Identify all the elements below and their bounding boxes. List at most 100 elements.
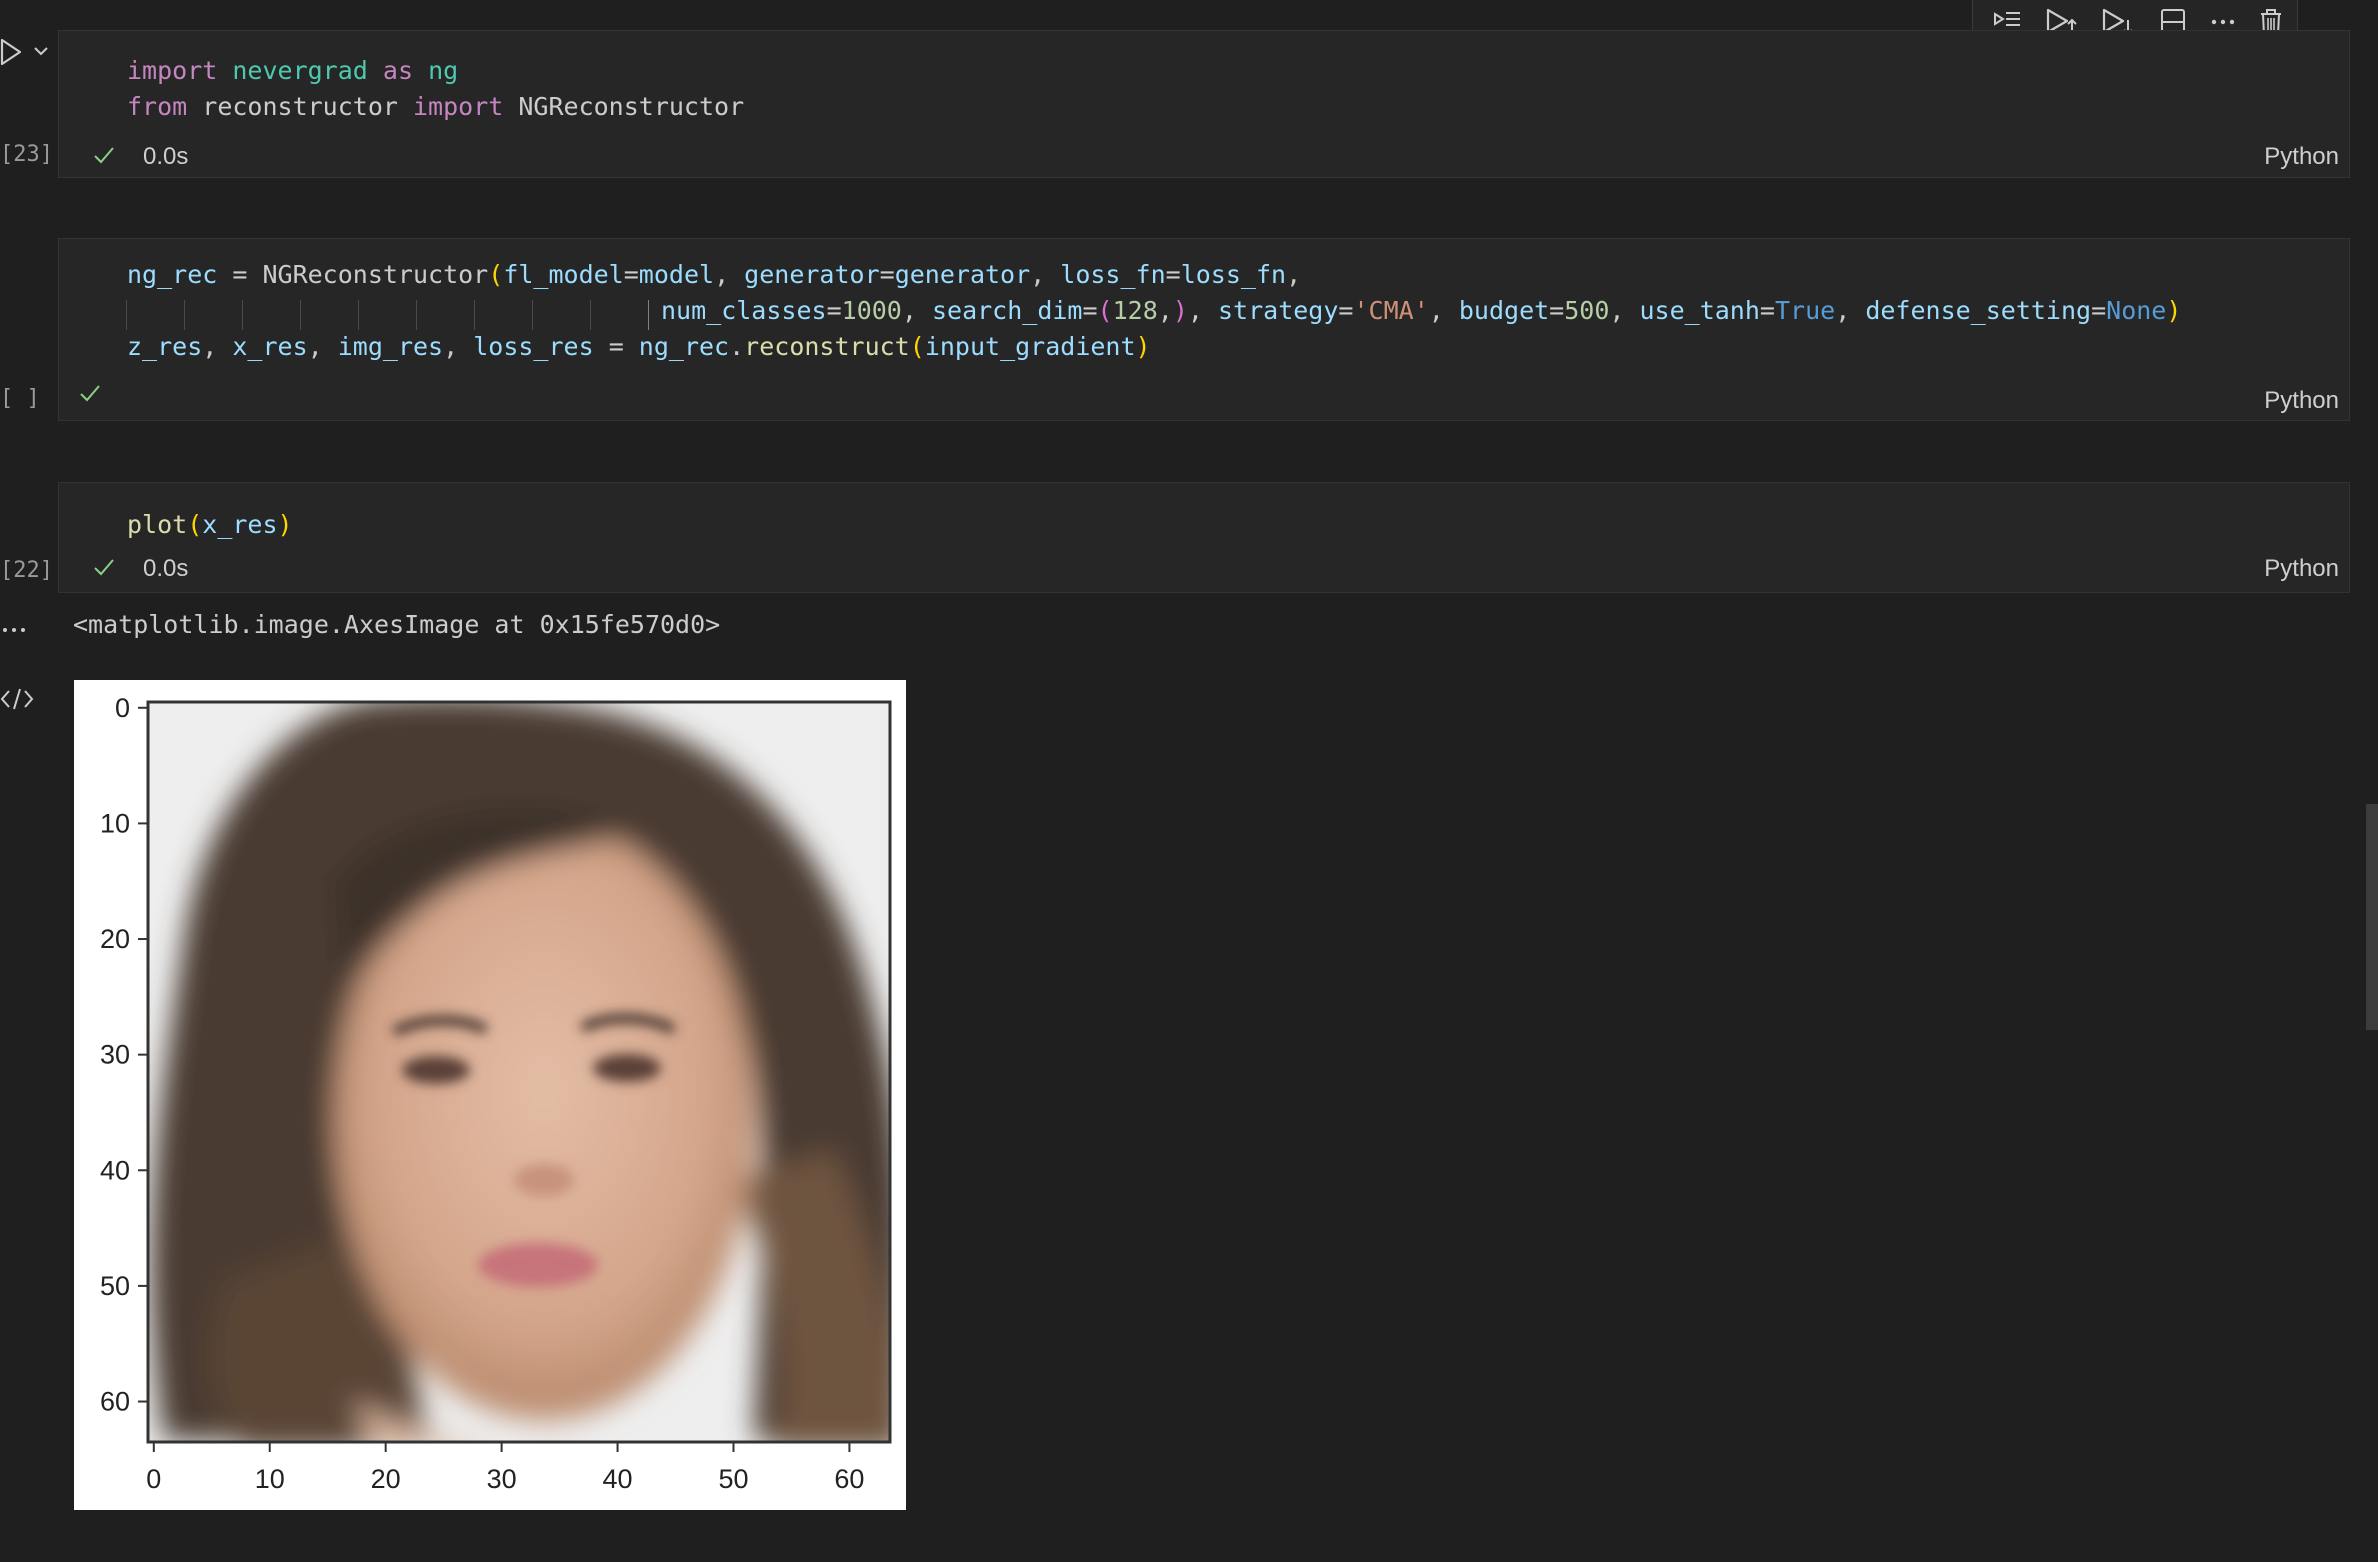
code-token: x_res	[202, 510, 278, 539]
execution-count: [23]	[0, 142, 53, 167]
y-tick-label: 20	[100, 924, 130, 954]
code-token: True	[1774, 296, 1836, 325]
check-icon	[94, 147, 114, 164]
code-line[interactable]: from reconstructor import NGReconstructo…	[127, 89, 744, 125]
x-tick-label: 60	[834, 1464, 864, 1494]
code-icon[interactable]	[0, 686, 34, 712]
code-token: plot	[127, 510, 188, 539]
scrollbar-thumb[interactable]	[2366, 804, 2378, 1030]
code-token: generator	[744, 260, 880, 289]
code-token: None	[2106, 296, 2167, 325]
code-token: =	[1338, 296, 1354, 325]
y-tick-label: 40	[100, 1155, 130, 1185]
code-token: ng	[428, 56, 459, 85]
code-token: =	[879, 260, 895, 289]
code-token: loss_res	[473, 332, 594, 361]
y-axis: 0 10 20 30 40 50 60	[100, 693, 148, 1417]
code-token: ,	[901, 296, 932, 325]
code-cell[interactable]: import nevergrad as ng from reconstructo…	[58, 30, 2350, 178]
code-token: (	[187, 510, 203, 539]
ellipsis-icon[interactable]	[0, 620, 30, 640]
code-token: loss_fn	[1060, 260, 1166, 289]
code-token: import	[127, 56, 218, 85]
code-token: 1000	[841, 296, 902, 325]
indent-guide	[590, 300, 591, 330]
code-token: ,	[1609, 296, 1640, 325]
indent-guide	[532, 300, 533, 330]
code-token: )	[1172, 296, 1188, 325]
indent-guide	[184, 300, 185, 330]
code-token: ,	[1835, 296, 1866, 325]
code-line[interactable]: ng_rec = NGReconstructor(fl_model=model,…	[127, 257, 1301, 293]
x-tick-label: 50	[718, 1464, 748, 1494]
language-label[interactable]: Python	[2264, 143, 2339, 171]
code-token: .	[729, 332, 745, 361]
indent-guide	[358, 300, 359, 330]
code-token: (	[488, 260, 504, 289]
y-tick-label: 30	[100, 1040, 130, 1070]
indent-guide	[242, 300, 243, 330]
code-token: ,	[1157, 296, 1173, 325]
y-tick-label: 50	[100, 1271, 130, 1301]
code-token: =	[826, 296, 842, 325]
code-token: )	[2166, 296, 2182, 325]
check-icon	[80, 385, 100, 402]
run-cell-icon[interactable]	[0, 38, 24, 66]
code-token: )	[277, 510, 293, 539]
indent-guide	[416, 300, 417, 330]
execution-time: 0.0s	[143, 143, 189, 170]
code-cell[interactable]: plot(x_res) 0.0s Python	[58, 482, 2350, 593]
code-token: NGReconstructor	[503, 92, 745, 121]
code-line[interactable]: z_res, x_res, img_res, loss_res = ng_rec…	[127, 329, 1151, 365]
indent-guide	[648, 300, 649, 330]
code-token: ng_rec	[127, 260, 218, 289]
code-token: =	[1549, 296, 1565, 325]
code-token: 500	[1564, 296, 1610, 325]
code-token: ,	[307, 332, 338, 361]
code-token: input_gradient	[924, 332, 1136, 361]
y-tick-label: 60	[100, 1387, 130, 1417]
code-token: (	[1097, 296, 1113, 325]
code-token: import	[413, 92, 504, 121]
execution-count: [ ]	[0, 386, 40, 411]
code-token: =	[593, 332, 639, 361]
code-token: =	[623, 260, 639, 289]
code-token: =	[1759, 296, 1775, 325]
code-token: model	[638, 260, 715, 289]
chevron-down-icon[interactable]	[32, 44, 50, 58]
code-token: ,	[1030, 260, 1061, 289]
code-token: generator	[894, 260, 1031, 289]
code-token: (	[909, 332, 925, 361]
code-token: as	[382, 56, 414, 85]
x-tick-label: 0	[146, 1464, 161, 1494]
code-token: reconstruct	[744, 332, 910, 361]
code-token: loss_fn	[1180, 260, 1287, 289]
indent-guide	[474, 300, 475, 330]
x-tick-label: 30	[487, 1464, 517, 1494]
code-token: img_res	[337, 332, 444, 361]
code-token: ng_rec	[638, 332, 730, 361]
code-token: defense_setting	[1865, 296, 2092, 325]
code-cell[interactable]: ng_rec = NGReconstructor(fl_model=model,…	[58, 238, 2350, 421]
code-token: ,	[443, 332, 474, 361]
code-line[interactable]: plot(x_res)	[127, 507, 293, 543]
code-token: 'CMA'	[1353, 296, 1429, 325]
code-token: budget	[1458, 296, 1550, 325]
language-label[interactable]: Python	[2264, 555, 2339, 583]
code-token: ,	[1187, 296, 1218, 325]
code-token: ,	[202, 332, 233, 361]
code-line[interactable]: num_classes=1000, search_dim=(128,), str…	[661, 293, 2181, 329]
code-line[interactable]: import nevergrad as ng	[127, 53, 458, 89]
x-tick-label: 40	[603, 1464, 633, 1494]
y-tick-label: 10	[100, 808, 130, 838]
code-token: z_res	[127, 332, 203, 361]
language-label[interactable]: Python	[2264, 387, 2339, 415]
indent-guide	[300, 300, 301, 330]
x-tick-label: 10	[255, 1464, 285, 1494]
code-token: )	[1135, 332, 1151, 361]
code-token: search_dim	[931, 296, 1083, 325]
code-token: =	[2091, 296, 2107, 325]
